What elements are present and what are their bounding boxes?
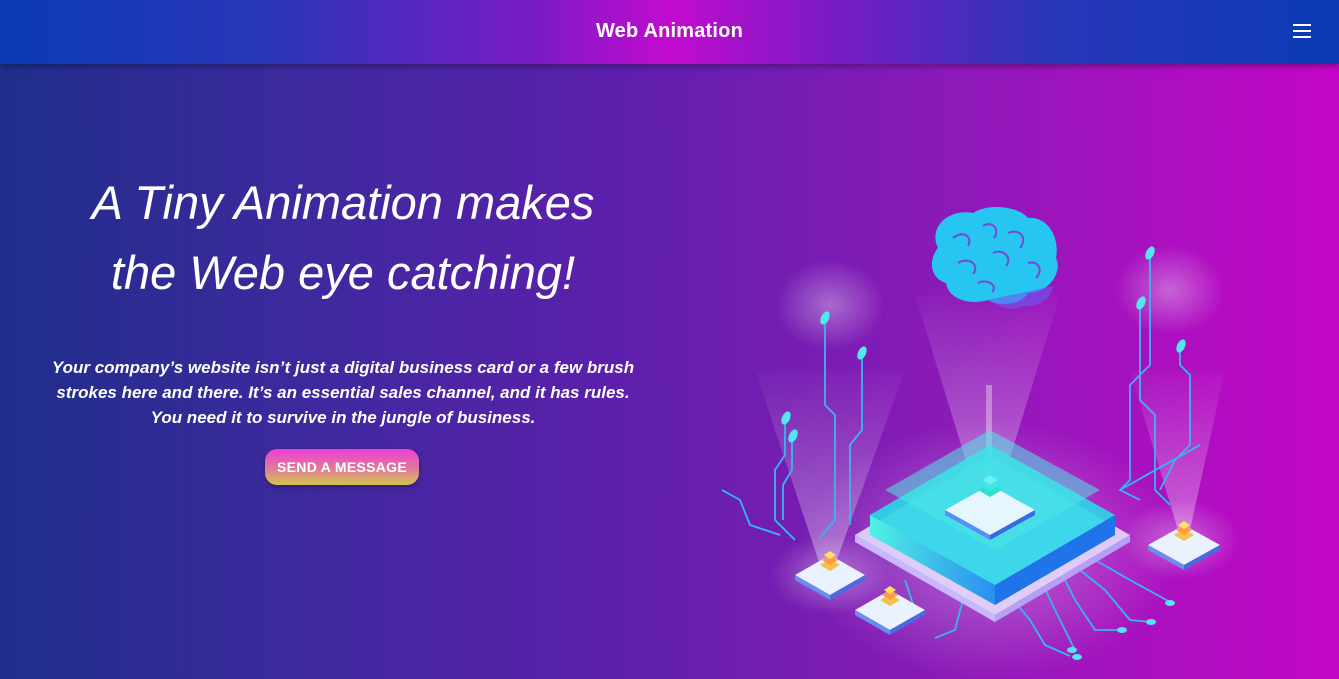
send-message-button[interactable]: SEND A MESSAGE (265, 449, 419, 485)
hero-heading-line-1: A Tiny Animation makes (91, 176, 595, 229)
hero-heading: A Tiny Animation makes the Web eye catch… (30, 168, 656, 308)
ai-brain-circuit-illustration (721, 206, 1240, 679)
hero-description-line-2: strokes here and there. It’s an essentia… (56, 383, 630, 402)
hero-description-line-1: Your company’s website isn’t just a digi… (51, 358, 635, 377)
hero-heading-line-2: the Web eye catching! (110, 246, 576, 299)
hamburger-menu-icon[interactable] (1293, 22, 1313, 40)
hero-description: Your company’s website isn’t just a digi… (30, 355, 656, 430)
top-app-bar: Web Animation (0, 0, 1339, 64)
app-title: Web Animation (595, 20, 744, 42)
brain-icon (931, 206, 1058, 309)
hero-description-line-3: You need it to survive in the jungle of … (150, 408, 536, 427)
